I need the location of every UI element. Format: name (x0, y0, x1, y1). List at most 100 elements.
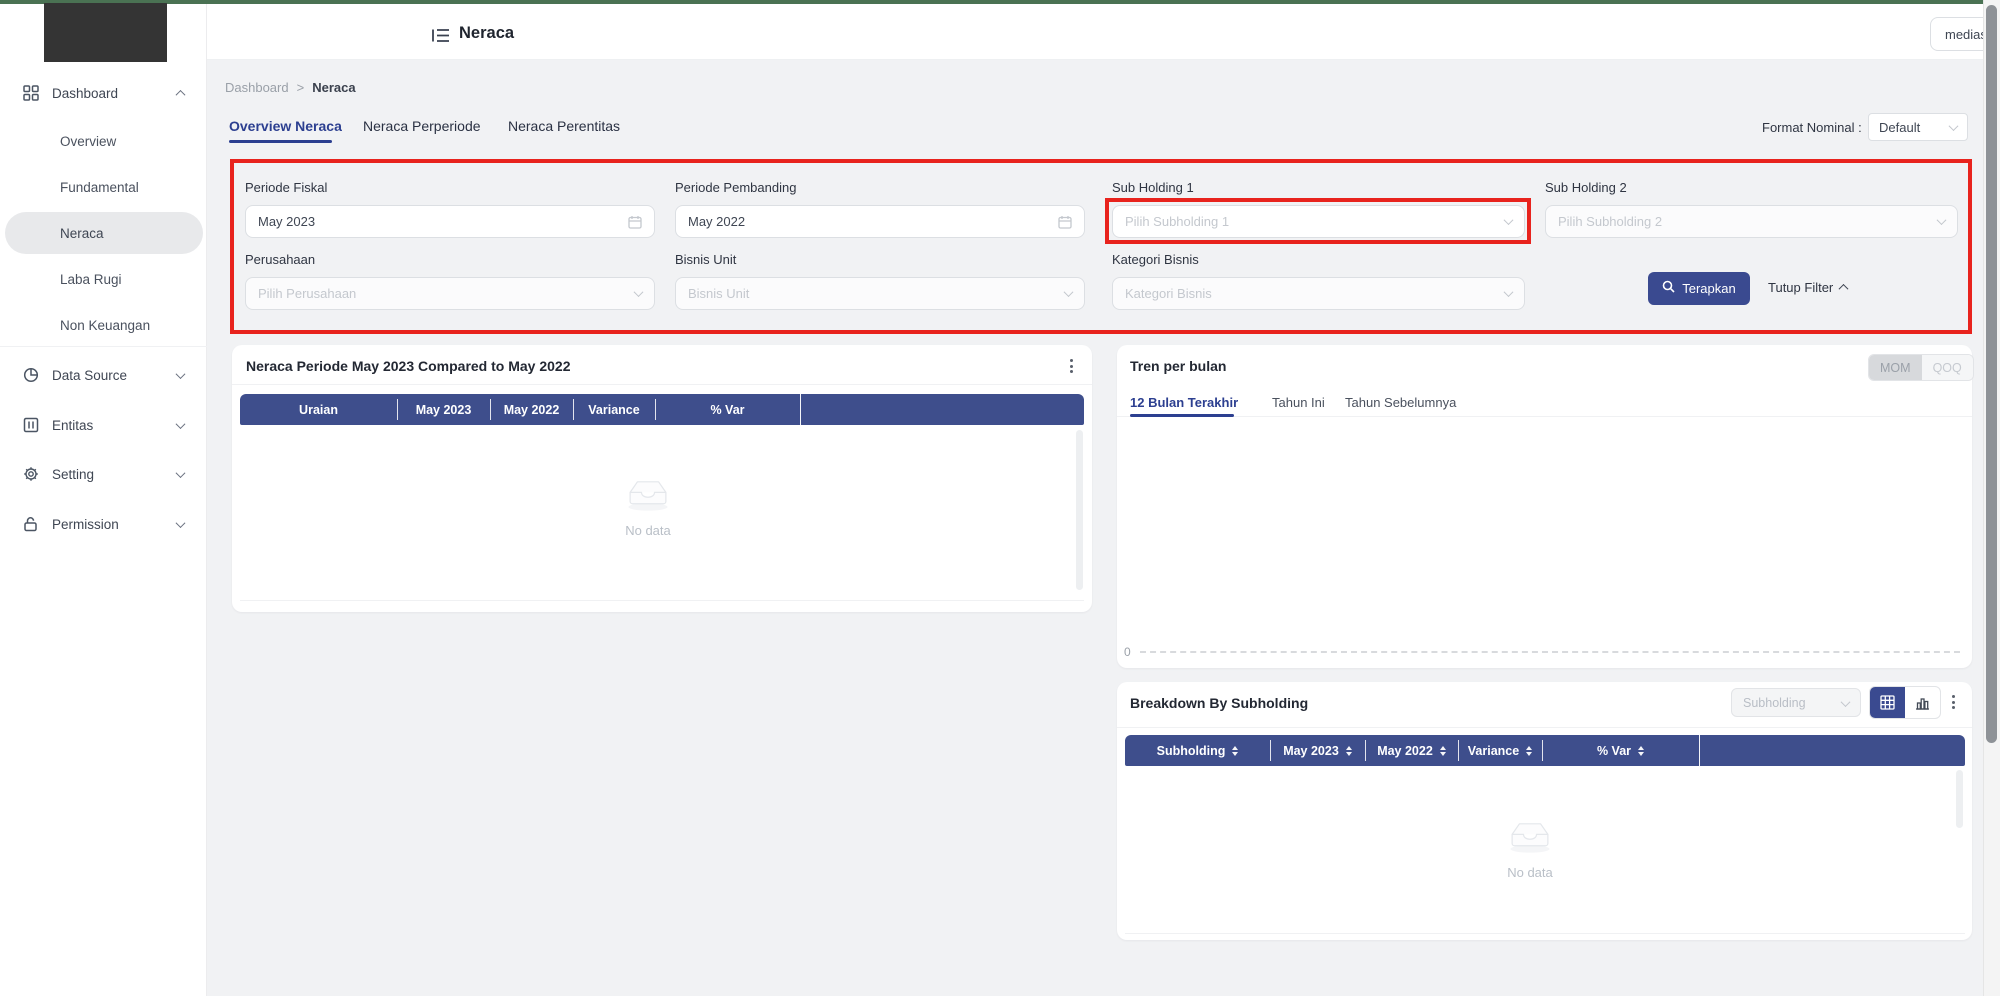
sidebar-item-label: Dashboard (52, 86, 118, 101)
chevron-down-icon (174, 419, 186, 431)
breakdown-card: Breakdown By Subholding (1117, 682, 1972, 940)
terapkan-label: Terapkan (1682, 281, 1735, 296)
bisnis-unit-label: Bisnis Unit (675, 252, 736, 267)
menu-fold-icon[interactable] (432, 28, 450, 48)
format-nominal-label: Format Nominal : (1762, 120, 1862, 135)
sub-holding-2-select[interactable]: Pilih Subholding 2 (1545, 205, 1958, 238)
tab-12-bulan-terakhir[interactable]: 12 Bulan Terakhir (1130, 395, 1238, 410)
column-header-may-2022[interactable]: May 2022 (490, 394, 573, 425)
breadcrumb-root[interactable]: Dashboard (225, 80, 289, 95)
column-header-pct-var[interactable]: % Var (655, 394, 800, 425)
column-header-variance[interactable]: Variance (573, 394, 655, 425)
breakdown-group-select[interactable]: Subholding (1731, 688, 1861, 717)
periode-fiskal-value[interactable] (258, 214, 628, 229)
tutup-filter-link[interactable]: Tutup Filter (1768, 280, 1847, 295)
format-nominal-select[interactable]: Default (1868, 113, 1968, 141)
perusahaan-select[interactable]: Pilih Perusahaan (245, 277, 655, 310)
chevron-down-icon (1505, 218, 1512, 225)
column-header-may-2023[interactable]: May 2023 (1270, 735, 1365, 766)
chevron-down-icon (174, 468, 186, 480)
terapkan-button[interactable]: Terapkan (1648, 272, 1750, 305)
format-nominal-value: Default (1879, 120, 1920, 135)
tab-tahun-ini[interactable]: Tahun Ini (1272, 395, 1325, 410)
kategori-bisnis-select[interactable]: Kategori Bisnis (1112, 277, 1525, 310)
toggle-qoq[interactable]: QOQ (1922, 355, 1973, 380)
search-icon (1662, 280, 1675, 298)
sub-holding-1-label: Sub Holding 1 (1112, 180, 1194, 195)
breadcrumb-separator: > (297, 80, 305, 95)
sidebar-item-neraca[interactable]: Neraca (60, 223, 104, 243)
sidebar-item-setting[interactable]: Setting (0, 462, 207, 486)
sidebar-item-overview[interactable]: Overview (60, 131, 116, 151)
tren-per-bulan-card: Tren per bulan MOM QOQ 12 Bulan Terakhir… (1117, 345, 1972, 668)
page-scrollbar-thumb[interactable] (1986, 5, 1997, 743)
periode-fiskal-label: Periode Fiskal (245, 180, 327, 195)
calendar-icon (628, 215, 642, 229)
tab-neraca-perentitas[interactable]: Neraca Perentitas (508, 118, 620, 134)
sort-icon[interactable] (1638, 746, 1644, 756)
empty-state-text: No data (1507, 865, 1553, 880)
card-divider (1117, 727, 1972, 728)
periode-pembanding-value[interactable] (688, 214, 1058, 229)
column-header-variance[interactable]: Variance (1458, 735, 1542, 766)
entity-icon (22, 417, 39, 434)
kebab-menu-icon[interactable] (1062, 356, 1080, 376)
sort-icon[interactable] (1440, 746, 1446, 756)
column-header-may-2023[interactable]: May 2023 (397, 394, 490, 425)
logo-placeholder (44, 3, 167, 62)
sidebar-item-laba-rugi[interactable]: Laba Rugi (60, 269, 122, 289)
card-divider (232, 384, 1092, 385)
column-header-subholding[interactable]: Subholding (1125, 735, 1270, 766)
column-header-pct-var[interactable]: % Var (1542, 735, 1699, 766)
column-header-uraian[interactable]: Uraian (240, 394, 397, 425)
periode-pembanding-input[interactable] (675, 205, 1085, 238)
table-view-button[interactable] (1870, 687, 1905, 718)
tab-overview-neraca[interactable]: Overview Neraca (229, 118, 342, 134)
bisnis-unit-select[interactable]: Bisnis Unit (675, 277, 1085, 310)
sub-holding-1-placeholder: Pilih Subholding 1 (1125, 214, 1229, 229)
neraca-periode-card: Neraca Periode May 2023 Compared to May … (232, 345, 1092, 612)
table-scrollbar[interactable] (1076, 430, 1083, 590)
sidebar-item-permission[interactable]: Permission (0, 512, 207, 536)
calendar-icon (1058, 215, 1072, 229)
active-tab-underline (229, 140, 332, 143)
sidebar: Dashboard Overview Fundamental Neraca La… (0, 4, 207, 996)
app-root: Dashboard Overview Fundamental Neraca La… (0, 0, 2000, 996)
sidebar-item-fundamental[interactable]: Fundamental (60, 177, 139, 197)
empty-inbox-icon (1504, 815, 1556, 857)
sidebar-item-dashboard[interactable]: Dashboard (0, 81, 207, 105)
kategori-bisnis-label: Kategori Bisnis (1112, 252, 1199, 267)
toggle-mom[interactable]: MOM (1869, 355, 1922, 380)
column-header-may-2022[interactable]: May 2022 (1365, 735, 1458, 766)
periode-fiskal-input[interactable] (245, 205, 655, 238)
table-bottom-border (240, 600, 1084, 601)
perusahaan-label: Perusahaan (245, 252, 315, 267)
sidebar-item-label: Data Source (52, 368, 127, 383)
gear-icon (22, 466, 39, 483)
sidebar-item-label: Setting (52, 467, 94, 482)
sidebar-item-data-source[interactable]: Data Source (0, 363, 207, 387)
breakdown-card-title: Breakdown By Subholding (1130, 695, 1308, 711)
sub-holding-1-select[interactable]: Pilih Subholding 1 (1112, 205, 1525, 238)
kebab-menu-icon[interactable] (1944, 692, 1962, 712)
sort-icon[interactable] (1526, 746, 1532, 756)
sub-holding-2-placeholder: Pilih Subholding 2 (1558, 214, 1662, 229)
pie-chart-icon (22, 367, 39, 384)
breakdown-empty-state: No data (1504, 815, 1556, 880)
sort-icon[interactable] (1232, 746, 1238, 756)
chevron-up-icon (174, 87, 186, 99)
sidebar-item-entitas[interactable]: Entitas (0, 413, 207, 437)
chart-view-button[interactable] (1905, 687, 1940, 718)
kategori-bisnis-placeholder: Kategori Bisnis (1125, 286, 1212, 301)
sidebar-item-non-keuangan[interactable]: Non Keuangan (60, 315, 150, 335)
table-scrollbar[interactable] (1956, 770, 1963, 828)
chevron-down-icon (1842, 694, 1849, 712)
breakdown-group-select-value: Subholding (1743, 696, 1806, 710)
active-subtab-underline (1130, 414, 1234, 417)
mom-qoq-toggle: MOM QOQ (1868, 354, 1974, 381)
empty-state-text: No data (625, 523, 671, 538)
zero-gridline (1140, 651, 1960, 653)
tab-neraca-perperiode[interactable]: Neraca Perperiode (363, 118, 481, 134)
tab-tahun-sebelumnya[interactable]: Tahun Sebelumnya (1345, 395, 1456, 410)
sort-icon[interactable] (1346, 746, 1352, 756)
